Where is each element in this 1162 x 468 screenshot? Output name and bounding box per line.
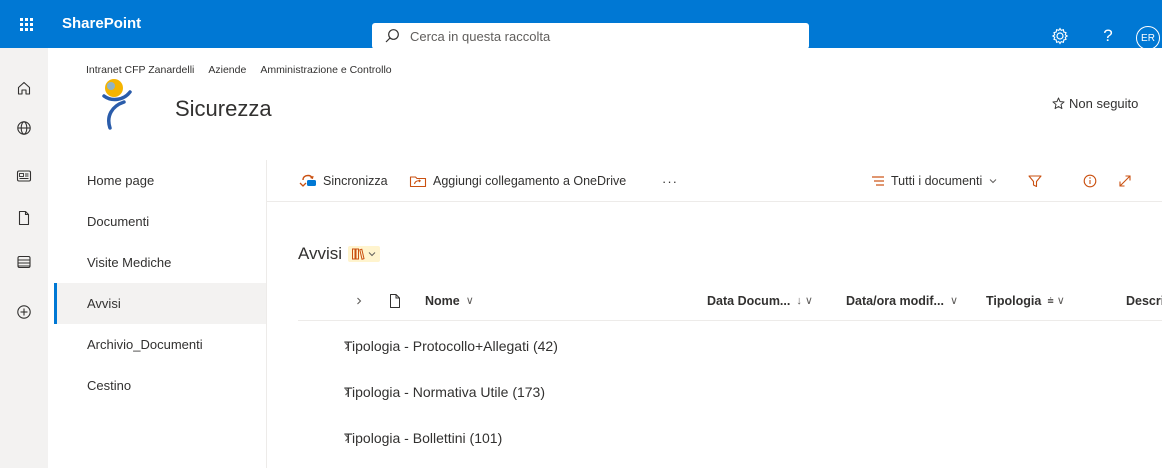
file-icon [390,293,400,308]
expand-icon [1119,175,1131,187]
search-icon [385,29,399,43]
filter-icon [1028,175,1042,188]
sync-button[interactable]: Sincronizza [299,160,388,202]
add-onedrive-shortcut-button[interactable]: Aggiungi collegamento a OneDrive [409,160,626,202]
sync-icon [299,174,316,187]
nav-item-cestino[interactable]: Cestino [54,365,266,406]
nav-item-archivio-documenti[interactable]: Archivio_Documenti [54,324,266,365]
column-header-label: Tipologia [986,293,1042,308]
search-box[interactable] [372,23,809,49]
group-row[interactable]: Tipologia - Bollettini (101) [298,415,502,461]
column-header-label: Nome [425,293,460,308]
column-header-indicator: ∨ [949,295,958,307]
column-header-nome[interactable]: Nome ∨ [425,280,474,321]
waffle-icon [19,17,33,31]
chevron-down-icon [989,179,997,184]
news-icon [16,170,32,182]
chevron-right-icon [357,297,362,304]
library-icon [352,248,365,260]
group-label: Tipologia - Normativa Utile (173) [344,384,545,400]
column-header-label: Data/ora modif... [846,293,944,308]
news-appbar-button[interactable] [0,158,48,194]
nav-item-documenti[interactable]: Documenti [54,201,266,242]
expand-all-button[interactable] [354,280,364,321]
nav-item-home[interactable]: Home page [54,160,266,201]
chevron-down-icon [368,252,376,257]
search-input[interactable] [410,28,790,44]
column-header-data-documento[interactable]: Data Docum... ↓ ∨ [707,280,813,321]
file-icon [18,210,30,226]
create-appbar-button[interactable] [0,294,48,330]
nav-item-visite-mediche[interactable]: Visite Mediche [54,242,266,283]
onedrive-label: Aggiungi collegamento a OneDrive [433,174,627,188]
nav-item-label: Home page [87,173,155,188]
expand-button[interactable] [1117,160,1133,202]
app-bar [0,48,48,468]
breadcrumb-item[interactable]: Amministrazione e Controllo [260,64,391,76]
left-nav: Home page Documenti Visite Mediche Avvis… [54,160,266,468]
breadcrumb: Intranet CFP Zanardelli Aziende Amminist… [86,64,392,76]
column-header-tipologia[interactable]: Tipologia ⩧ ∨ [986,280,1065,321]
breadcrumb-item[interactable]: Intranet CFP Zanardelli [86,64,194,76]
column-header-descrizione[interactable]: Descri [1126,280,1162,321]
site-logo[interactable] [94,78,142,136]
column-header-indicator: ∨ [465,295,474,307]
onedrive-shortcut-icon [409,176,427,188]
nav-item-label: Visite Mediche [87,255,172,270]
group-label: Tipologia - Bollettini (101) [344,430,503,446]
nav-item-label: Cestino [87,378,132,393]
info-button[interactable] [1082,160,1098,202]
files-appbar-button[interactable] [0,200,48,236]
more-commands-button[interactable]: ··· [662,160,678,202]
column-header-label: Data Docum... [707,293,791,308]
nav-item-label: Avvisi [87,296,121,311]
list-icon [17,255,31,269]
follow-label: Non seguito [1069,96,1139,111]
chevron-right-icon [298,338,350,354]
column-header-indicator: ⩧ ∨ [1047,294,1065,307]
follow-button[interactable]: Non seguito [1052,96,1138,111]
sync-label: Sincronizza [323,174,388,188]
file-type-header[interactable] [388,280,402,321]
app-name[interactable]: SharePoint [62,0,141,48]
column-header-label: Descri [1126,293,1162,308]
nav-item-avvisi[interactable]: Avvisi [54,283,266,324]
globe-icon [17,121,31,135]
star-icon [1052,97,1065,110]
view-label: Tutti i documenti [891,174,983,188]
avatar[interactable]: ER [1136,26,1160,50]
help-button[interactable]: ? [1096,24,1120,48]
nav-divider [266,160,267,468]
list-title-text: Avvisi [298,244,343,263]
app-launcher-button[interactable] [0,0,52,48]
chevron-right-icon [298,430,350,446]
column-header-indicator: ↓ ∨ [796,295,813,307]
column-headers: Nome ∨ Data Docum... ↓ ∨ Data/ora modif.… [298,280,1162,321]
view-lines-icon [872,176,884,186]
view-options-button[interactable] [348,246,381,262]
group-row[interactable]: Tipologia - Protocollo+Allegati (42) [298,323,558,369]
chevron-right-icon [298,384,350,400]
nav-item-label: Archivio_Documenti [87,337,203,352]
gear-icon [1051,27,1069,45]
column-header-data-modifica[interactable]: Data/ora modif... ∨ [846,280,958,321]
plus-circle-icon [17,305,31,319]
home-icon [17,81,31,95]
nav-item-label: Documenti [87,214,150,229]
globe-appbar-button[interactable] [0,110,48,146]
list-title: Avvisi [298,244,381,264]
home-appbar-button[interactable] [0,70,48,106]
breadcrumb-item[interactable]: Aziende [208,64,246,76]
info-icon [1083,174,1097,188]
lists-appbar-button[interactable] [0,244,48,280]
command-bar: Sincronizza Aggiungi collegamento a OneD… [267,160,1162,202]
group-row[interactable]: Tipologia - Normativa Utile (173) [298,369,545,415]
group-label: Tipologia - Protocollo+Allegati (42) [344,338,558,354]
view-selector[interactable]: Tutti i documenti [871,160,998,202]
filter-button[interactable] [1027,160,1043,202]
settings-button[interactable] [1048,24,1072,48]
site-title: Sicurezza [175,96,272,121]
suite-bar: SharePoint ? ER [0,0,1162,50]
